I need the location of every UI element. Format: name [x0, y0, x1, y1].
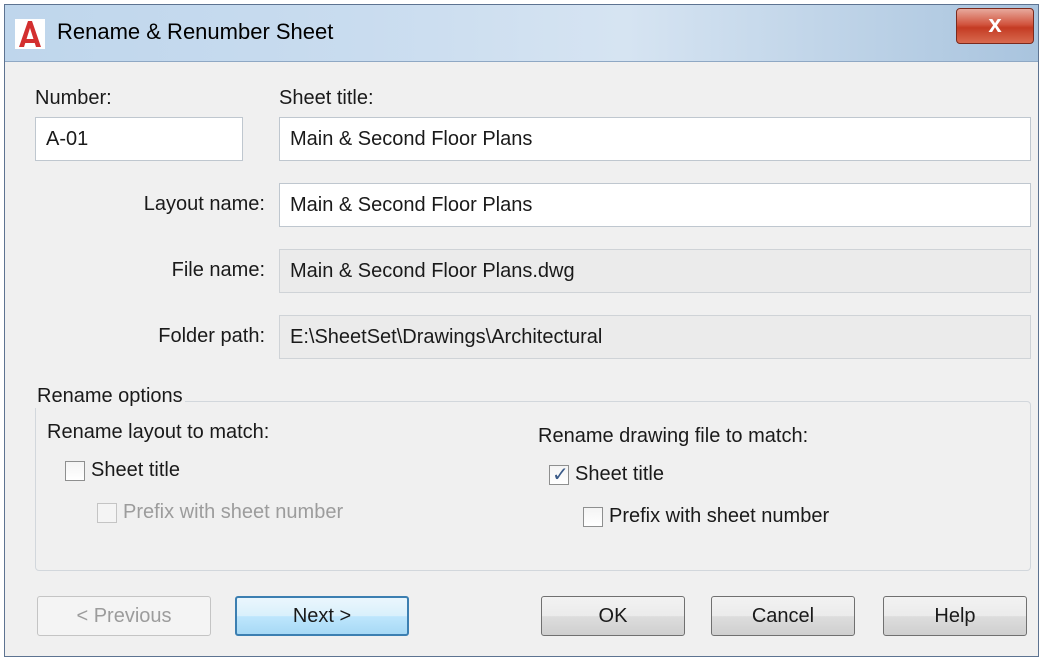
rename-options-legend: Rename options	[35, 385, 185, 408]
file-sheet-title-checkbox[interactable]: ✓	[549, 464, 569, 486]
sheet-title-field[interactable]: Main & Second Floor Plans	[279, 117, 1031, 161]
file-prefix-label[interactable]: Prefix with sheet number	[609, 505, 829, 528]
ok-button[interactable]: OK	[541, 596, 685, 636]
number-field[interactable]: A-01	[35, 117, 243, 161]
file-sheet-title-label[interactable]: Sheet title	[575, 463, 664, 486]
window-title: Rename & Renumber Sheet	[57, 19, 334, 44]
title-bar[interactable]: Rename & Renumber Sheet x	[5, 5, 1038, 62]
layout-name-label: Layout name:	[143, 193, 265, 215]
layout-prefix-label[interactable]: Prefix with sheet number	[123, 501, 343, 524]
folder-path-label: Folder path:	[158, 325, 265, 347]
rename-layout-heading: Rename layout to match:	[47, 421, 270, 443]
layout-sheet-title-label[interactable]: Sheet title	[91, 459, 180, 482]
sheet-title-label: Sheet title:	[279, 87, 374, 109]
rename-drawing-file-heading: Rename drawing file to match:	[538, 425, 809, 447]
previous-button[interactable]: < Previous	[37, 596, 211, 636]
next-button[interactable]: Next >	[235, 596, 409, 636]
layout-name-field[interactable]: Main & Second Floor Plans	[279, 183, 1031, 227]
number-label: Number:	[35, 87, 112, 109]
checkmark-icon: ✓	[552, 464, 569, 486]
help-button[interactable]: Help	[883, 596, 1027, 636]
layout-sheet-title-checkbox[interactable]	[65, 461, 85, 481]
layout-prefix-checkbox[interactable]	[97, 503, 117, 523]
file-name-field: Main & Second Floor Plans.dwg	[279, 249, 1031, 293]
file-name-label: File name:	[171, 259, 265, 281]
folder-path-field: E:\SheetSet\Drawings\Architectural	[279, 315, 1031, 359]
rename-renumber-dialog: Rename & Renumber Sheet x Number: A-01 S…	[4, 4, 1039, 657]
cancel-button[interactable]: Cancel	[711, 596, 855, 636]
close-button[interactable]: x	[956, 8, 1034, 44]
autocad-logo-icon	[15, 19, 45, 49]
file-prefix-checkbox[interactable]	[583, 507, 603, 527]
